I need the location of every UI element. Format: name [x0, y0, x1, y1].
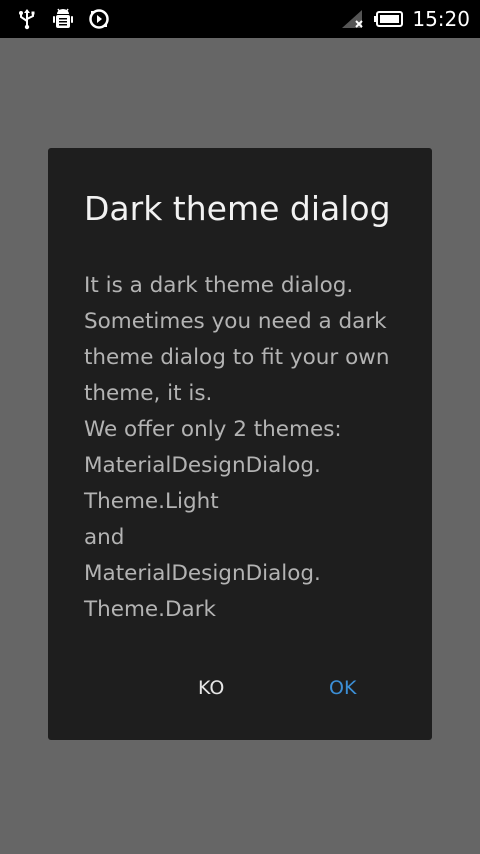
message-line: Theme.Dark	[84, 597, 217, 622]
dark-theme-dialog: Dark theme dialog It is a dark theme dia…	[48, 148, 432, 740]
message-line: Theme.Light	[84, 489, 219, 514]
message-line: theme, it is.	[84, 381, 213, 406]
message-line: Sometimes you need a dark	[84, 309, 387, 334]
status-bar: 15:20	[0, 0, 480, 38]
android-debug-icon	[53, 8, 73, 28]
message-line: MaterialDesignDialog.	[84, 561, 321, 586]
system-status-icons: 15:20	[340, 7, 470, 31]
ko-button[interactable]: KO	[182, 668, 240, 708]
message-line: It is a dark theme dialog.	[84, 273, 354, 298]
message-line: and	[84, 525, 125, 550]
signal-no-service-icon	[342, 10, 364, 28]
sync-icon	[89, 9, 109, 29]
dialog-message: It is a dark theme dialog. Sometimes you…	[84, 268, 404, 628]
dialog-title: Dark theme dialog	[84, 189, 391, 228]
message-line: theme dialog to fit your own	[84, 345, 390, 370]
message-line: We offer only 2 themes:	[84, 417, 342, 442]
battery-icon	[374, 11, 404, 27]
notification-icons	[16, 8, 110, 30]
usb-icon	[19, 9, 35, 30]
message-line: MaterialDesignDialog.	[84, 453, 321, 478]
ok-button[interactable]: OK	[313, 668, 372, 708]
status-clock: 15:20	[412, 7, 470, 31]
